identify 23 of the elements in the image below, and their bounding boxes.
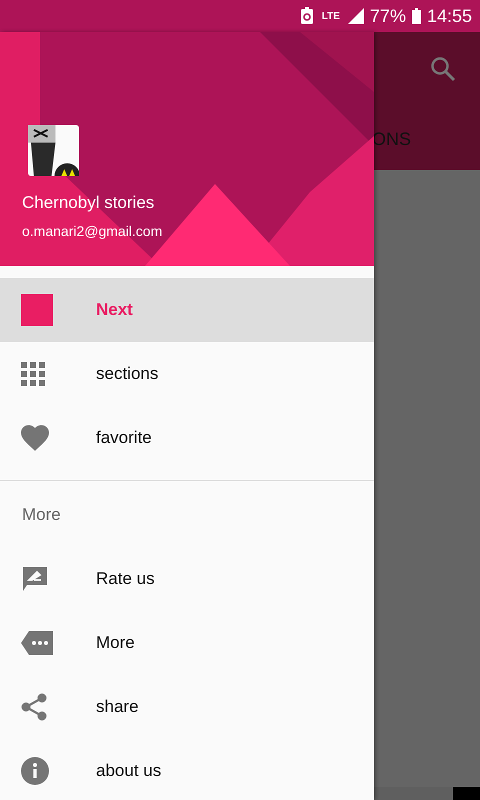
share-icon — [21, 693, 47, 721]
drawer-item[interactable]: favorite — [0, 406, 374, 470]
drawer-item[interactable]: about us — [0, 739, 374, 800]
info-icon — [21, 757, 49, 785]
signal-icon — [348, 8, 364, 24]
battery-saver-icon — [300, 7, 314, 25]
section-header: More — [21, 504, 61, 526]
square-icon — [21, 294, 53, 326]
battery-percent: 77% — [370, 6, 406, 26]
drawer-title: Chernobyl stories — [22, 193, 154, 213]
drawer-item[interactable]: share — [0, 675, 374, 739]
account-email: o.manari2@gmail.com — [22, 223, 162, 239]
rate-review-icon — [21, 565, 49, 593]
network-label: LTE — [322, 10, 340, 22]
drawer-item[interactable]: More — [0, 611, 374, 675]
clock: 14:55 — [426, 6, 472, 26]
grid-icon — [21, 362, 45, 386]
search-icon[interactable] — [430, 56, 456, 82]
drawer-item[interactable]: sections — [0, 342, 374, 406]
more-label-icon — [21, 631, 53, 655]
heart-icon — [21, 425, 49, 451]
drawer-item[interactable]: Rate us — [0, 547, 374, 611]
battery-icon — [412, 8, 421, 24]
